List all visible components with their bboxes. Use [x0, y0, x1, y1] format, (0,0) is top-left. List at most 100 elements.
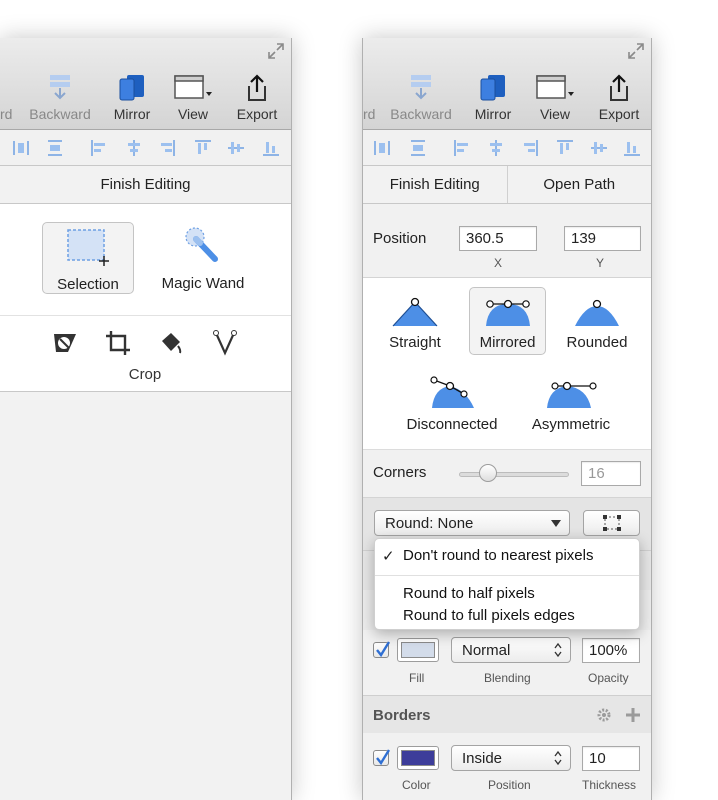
align-top-icon[interactable] [194, 139, 212, 157]
distribute-horizontal-icon[interactable] [373, 139, 391, 157]
fill-color-swatch [401, 642, 435, 658]
border-position-select[interactable]: Inside [451, 745, 571, 771]
pixel-grid-button[interactable] [583, 510, 640, 536]
vectorize-icon[interactable] [212, 330, 238, 356]
menu-item-dont-round[interactable]: Don't round to nearest pixels [403, 547, 593, 564]
distribute-vertical-icon[interactable] [46, 139, 64, 157]
corners-slider-track[interactable] [459, 472, 569, 477]
align-left-icon[interactable] [453, 139, 471, 157]
borders-header: Borders [363, 695, 651, 733]
thickness-input[interactable]: 10 [582, 746, 640, 771]
disconnected-point-icon [430, 376, 474, 408]
chevron-down-icon [551, 520, 561, 527]
align-top-icon[interactable] [556, 139, 574, 157]
toolbar: rd Backward Mirror View Export [0, 38, 291, 130]
alignment-toolbar [363, 130, 651, 166]
marquee-selection-icon [67, 229, 109, 266]
export-label: Export [598, 106, 640, 122]
align-right-icon[interactable] [521, 139, 539, 157]
backward-button[interactable]: Backward [381, 74, 461, 122]
straight-label: Straight [389, 334, 441, 351]
fill-color-well[interactable] [397, 638, 439, 662]
position-y-input[interactable]: 139 [564, 226, 641, 251]
position-label: Position [373, 230, 427, 247]
rounded-label: Rounded [566, 334, 628, 351]
image-tools: Crop [0, 316, 291, 392]
bounding-box-icon [603, 515, 621, 531]
magic-wand-label: Magic Wand [161, 275, 245, 292]
disconnected-label: Disconnected [406, 416, 498, 433]
align-center-icon[interactable] [125, 139, 143, 157]
border-color-well[interactable] [397, 746, 439, 770]
border-enabled-checkbox[interactable] [373, 749, 391, 766]
crop-icon[interactable] [105, 330, 131, 356]
open-path-button[interactable]: Open Path [506, 166, 652, 203]
menu-item-round-half[interactable]: Round to half pixels [403, 585, 535, 602]
asymmetric-point-button[interactable]: Asymmetric [521, 372, 621, 438]
round-dropdown[interactable]: Round: None [374, 510, 570, 536]
left-inspector-panel: rd Backward Mirror View Export Finish Ed… [0, 38, 292, 800]
blending-select[interactable]: Normal [451, 637, 571, 663]
fill-row: Normal 100% Fill Blending Opacity [363, 630, 651, 690]
stepper-arrows-icon [554, 642, 562, 658]
color-caption: Color [402, 778, 431, 792]
export-button[interactable]: Export [217, 74, 291, 122]
right-inspector-panel: rd Backward Mirror View Export Finish Ed… [362, 38, 652, 800]
gear-icon[interactable] [596, 707, 612, 723]
export-button[interactable]: Export [579, 74, 651, 122]
distribute-horizontal-icon[interactable] [12, 139, 30, 157]
export-icon [248, 74, 266, 101]
round-dropdown-value: Round: None [385, 514, 474, 532]
backward-icon [50, 75, 70, 100]
align-middle-icon[interactable] [590, 139, 608, 157]
magic-wand-tool[interactable]: Magic Wand [156, 222, 250, 294]
disconnected-point-button[interactable]: Disconnected [397, 372, 507, 438]
align-middle-icon[interactable] [227, 139, 245, 157]
border-color-swatch [401, 750, 435, 766]
round-options-menu: ✓ Don't round to nearest pixels Round to… [374, 538, 640, 630]
selection-tool[interactable]: Selection [42, 222, 134, 294]
fill-bucket-icon[interactable] [158, 330, 184, 356]
path-editing-row: Finish Editing Open Path [363, 166, 651, 204]
crop-label: Crop [128, 366, 162, 383]
asymmetric-point-icon [547, 381, 597, 408]
align-center-icon[interactable] [487, 139, 505, 157]
fill-caption: Fill [409, 671, 425, 685]
straight-point-button[interactable]: Straight [375, 290, 455, 356]
rounded-point-button[interactable]: Rounded [557, 290, 637, 356]
distribute-vertical-icon[interactable] [409, 139, 427, 157]
mirrored-point-button[interactable]: Mirrored [469, 287, 546, 355]
export-label: Export [236, 106, 278, 122]
straight-point-icon [392, 297, 438, 327]
finish-editing-button[interactable]: Finish Editing [363, 166, 507, 203]
finish-editing-button[interactable]: Finish Editing [0, 166, 291, 203]
align-left-icon[interactable] [90, 139, 108, 157]
backward-icon [411, 75, 431, 100]
corners-label: Corners [373, 464, 427, 481]
mirrored-label: Mirrored [479, 334, 536, 351]
y-caption: Y [596, 256, 605, 270]
corners-section: Corners 16 [363, 450, 651, 498]
fill-enabled-checkbox[interactable] [373, 641, 391, 658]
align-bottom-icon[interactable] [262, 139, 280, 157]
magic-wand-icon [185, 227, 218, 262]
backward-button[interactable]: Backward [20, 74, 100, 122]
opacity-caption: Opacity [588, 671, 629, 685]
border-position-value: Inside [462, 749, 503, 767]
corners-value-input[interactable]: 16 [581, 461, 641, 486]
expand-icon[interactable] [627, 42, 645, 60]
export-icon [610, 74, 628, 101]
add-icon[interactable] [625, 707, 641, 723]
view-icon [536, 75, 574, 99]
position-x-input[interactable]: 360.5 [459, 226, 537, 251]
opacity-input[interactable]: 100% [582, 638, 640, 663]
borders-title: Borders [373, 707, 431, 724]
corners-slider-knob[interactable] [479, 464, 498, 482]
asymmetric-label: Asymmetric [531, 416, 611, 433]
expand-icon[interactable] [267, 42, 285, 60]
align-right-icon[interactable] [158, 139, 176, 157]
menu-item-round-full[interactable]: Round to full pixels edges [403, 607, 575, 624]
align-bottom-icon[interactable] [623, 139, 641, 157]
invert-selection-icon[interactable] [52, 330, 78, 356]
checkmark-icon [376, 749, 391, 766]
